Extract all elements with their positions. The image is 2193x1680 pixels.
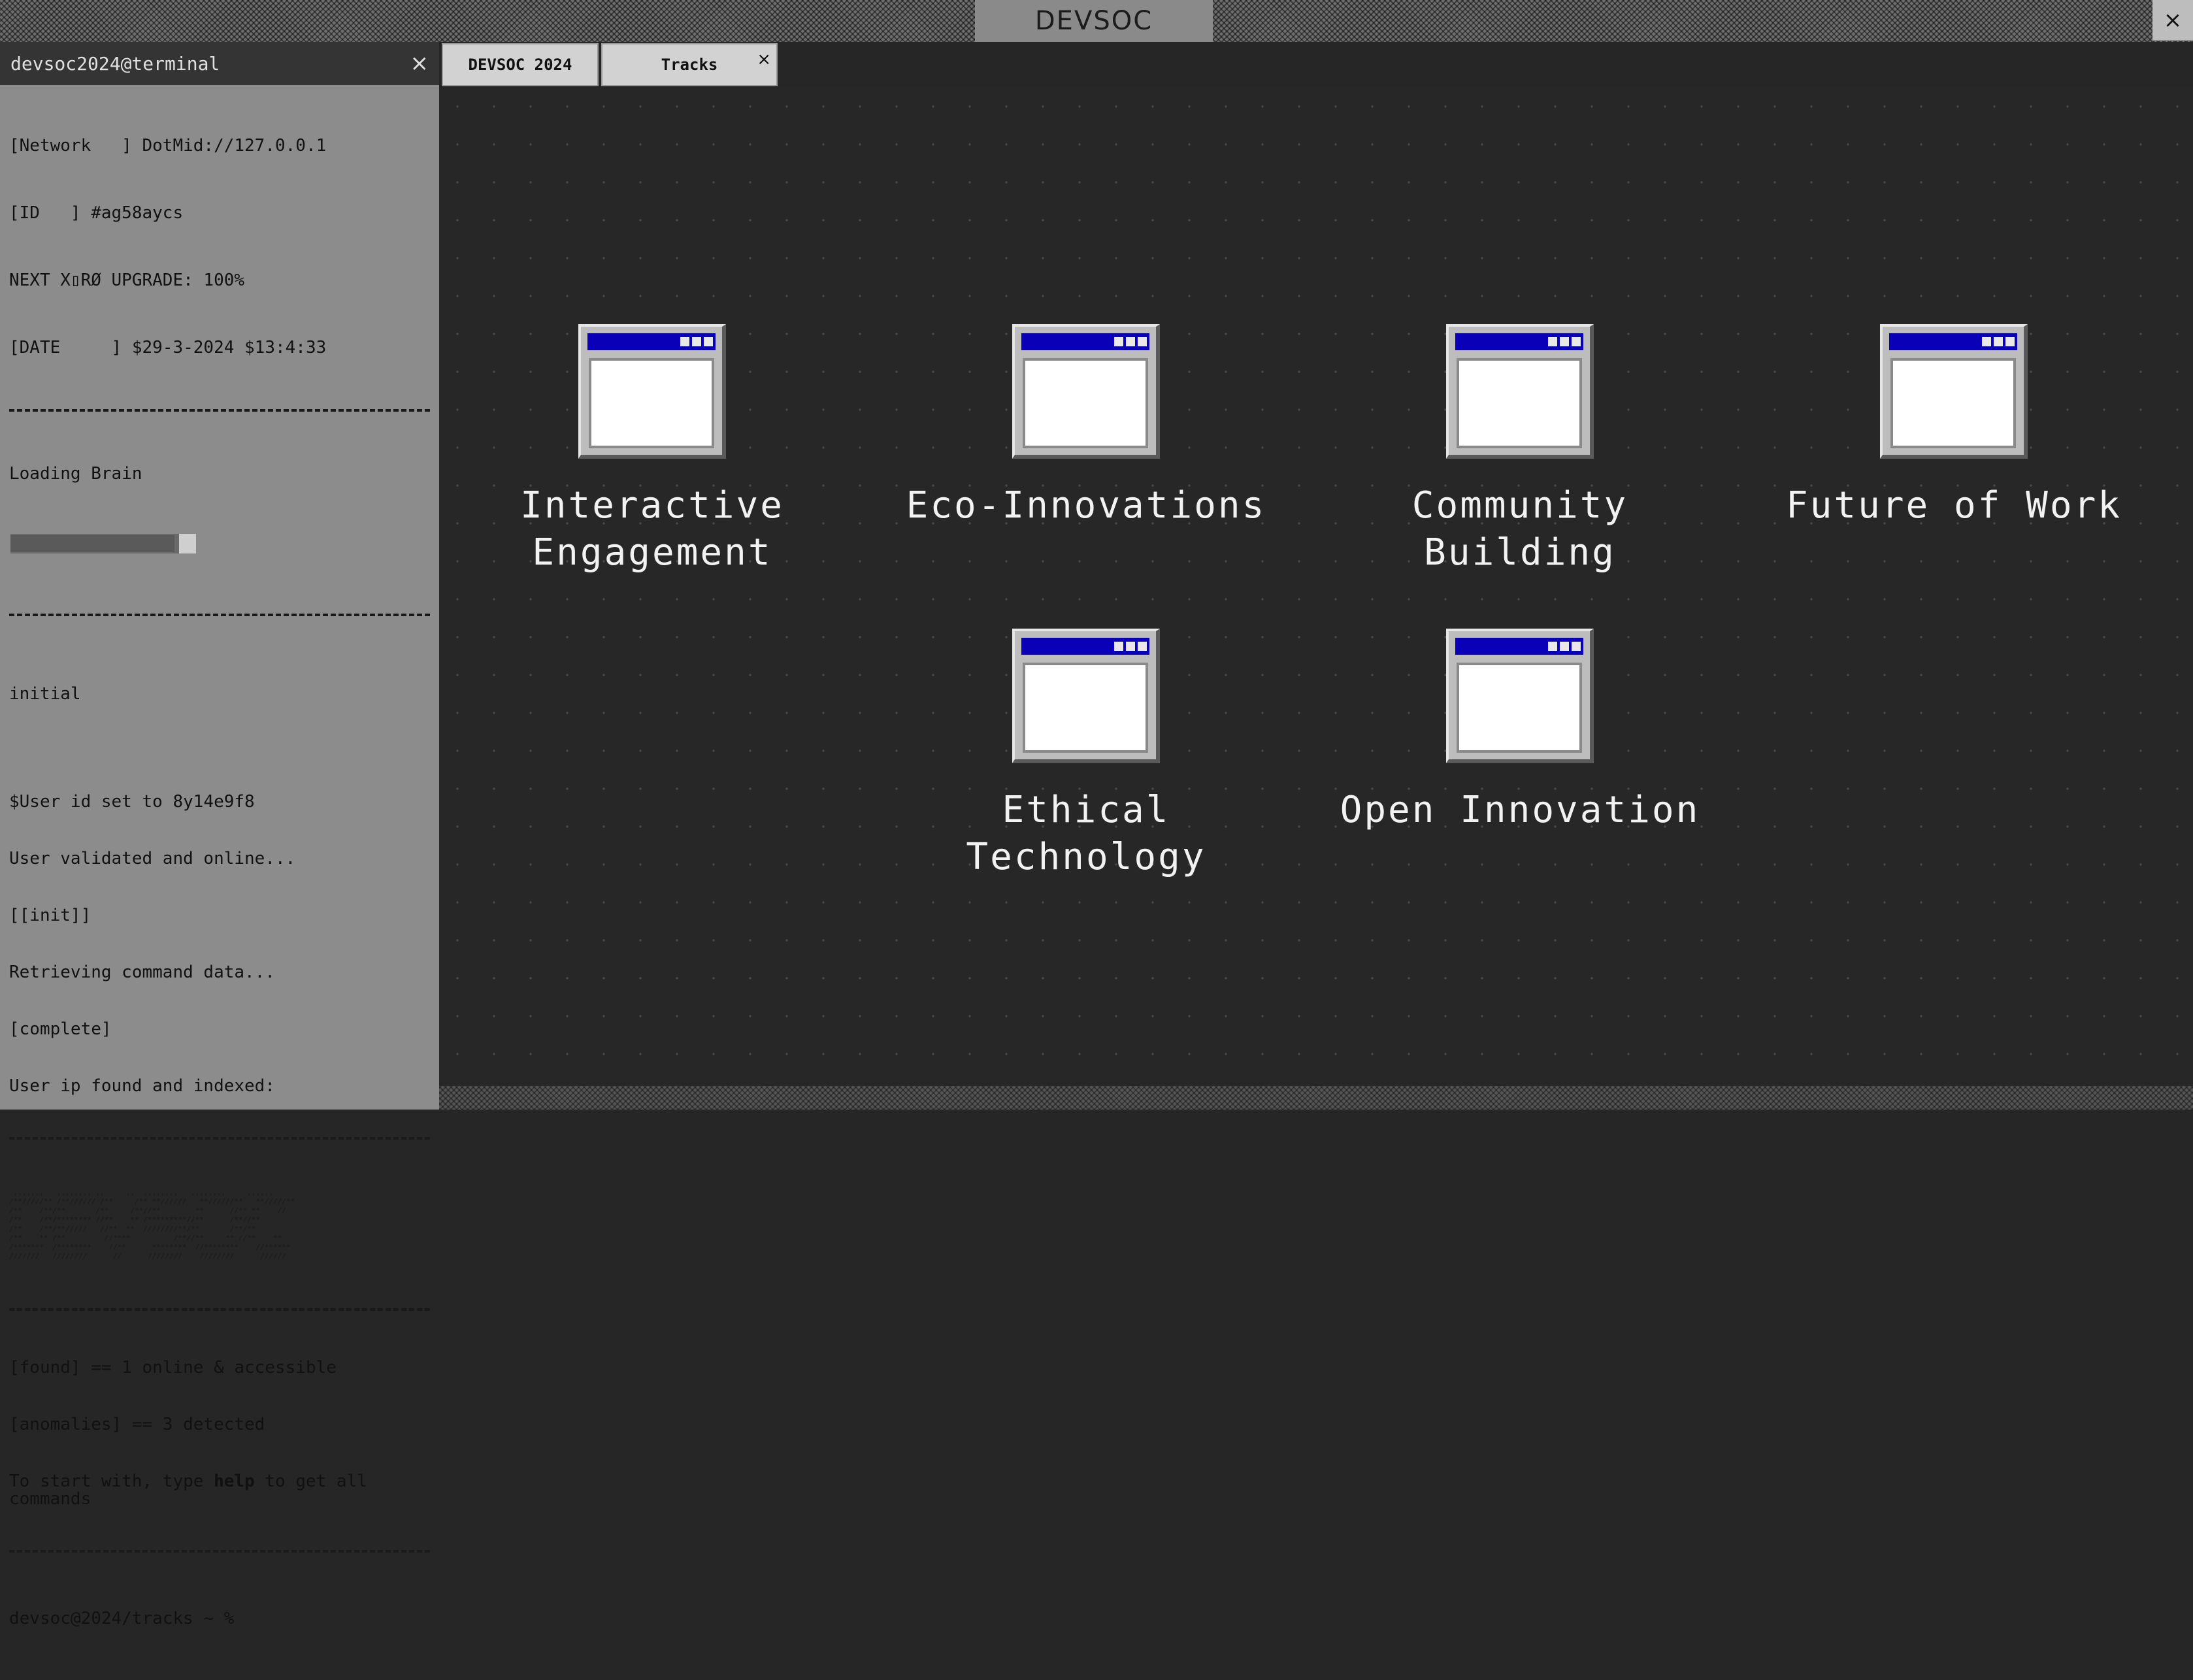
window-icon bbox=[1446, 629, 1594, 763]
bottom-scroll-bar[interactable] bbox=[439, 1086, 2193, 1110]
progress-handle bbox=[179, 534, 196, 553]
track-community-building[interactable]: Community Building bbox=[1337, 324, 1703, 576]
window-icon bbox=[1012, 629, 1160, 763]
window-close-icon[interactable]: × bbox=[2152, 0, 2193, 41]
top-title-bar: DEVSOC × bbox=[0, 0, 2193, 42]
window-icon bbox=[578, 324, 726, 459]
tab-bar: DEVSOC 2024 Tracks × bbox=[439, 42, 2193, 88]
log-line: [complete] bbox=[9, 1019, 112, 1039]
loading-label: Loading Brain bbox=[9, 464, 142, 484]
divider bbox=[9, 409, 430, 412]
terminal-prompt[interactable]: devsoc@2024/tracks ~ % bbox=[9, 1605, 430, 1633]
track-eco-innovations[interactable]: Eco-Innovations bbox=[903, 324, 1269, 529]
track-label: Interactive Engagement bbox=[520, 484, 784, 574]
help-hint: To start with, type help to get all comm… bbox=[9, 1473, 401, 1508]
found-line: [found] == 1 online & accessible bbox=[9, 1358, 337, 1377]
terminal-panel: devsoc2024@terminal × [Network ] DotMid:… bbox=[0, 42, 439, 1628]
divider bbox=[9, 1308, 430, 1311]
track-interactive-engagement[interactable]: Interactive Engagement bbox=[469, 324, 835, 576]
log-line: User ip found and indexed: bbox=[9, 1076, 275, 1096]
terminal-close-icon[interactable]: × bbox=[410, 50, 429, 76]
log-line: $User id set to 8y14e9f8 bbox=[9, 792, 255, 812]
info-line-network: [Network ] DotMid://127.0.0.1 bbox=[9, 136, 327, 156]
tracks-desktop: Interactive Engagement Eco-Innovations Co… bbox=[439, 88, 2193, 1086]
help-prefix: To start with, type bbox=[9, 1472, 214, 1491]
terminal-header: devsoc2024@terminal × bbox=[0, 42, 439, 85]
log-line: [[init]] bbox=[9, 906, 91, 925]
divider bbox=[9, 614, 430, 616]
track-label: Future of Work bbox=[1785, 484, 2122, 527]
info-line-id: [ID ] #ag58aycs bbox=[9, 203, 184, 223]
progress-fill bbox=[10, 535, 174, 552]
log-line: User validated and online... bbox=[9, 849, 296, 868]
tab-devsoc-2024[interactable]: DEVSOC 2024 bbox=[442, 43, 599, 86]
terminal-title: devsoc2024@terminal bbox=[10, 52, 220, 74]
divider bbox=[9, 1137, 430, 1140]
help-keyword: help bbox=[214, 1472, 255, 1491]
track-ethical-technology[interactable]: Ethical Technology bbox=[903, 629, 1269, 881]
track-future-of-work[interactable]: Future of Work bbox=[1771, 324, 2137, 529]
divider bbox=[9, 1550, 430, 1553]
window-icon bbox=[1012, 324, 1160, 459]
track-open-innovation[interactable]: Open Innovation bbox=[1337, 629, 1703, 834]
info-line-date: [DATE ] $29-3-2024 $13:4:33 bbox=[9, 338, 327, 357]
anomalies-line: [anomalies] == 3 detected bbox=[9, 1415, 265, 1434]
track-label: Ethical Technology bbox=[966, 789, 1206, 878]
track-label: Eco-Innovations bbox=[906, 484, 1266, 527]
status-initial: initial bbox=[9, 684, 81, 704]
tab-label: Tracks bbox=[661, 56, 718, 74]
log-line: Retrieving command data... bbox=[9, 963, 275, 982]
tab-tracks[interactable]: Tracks × bbox=[601, 43, 778, 86]
tab-label: DEVSOC 2024 bbox=[468, 56, 572, 74]
info-line-upgrade: NEXT X▯RØ UPGRADE: 100% bbox=[9, 271, 245, 290]
track-label: Open Innovation bbox=[1340, 789, 1700, 831]
loading-progress-bar bbox=[10, 534, 196, 553]
window-icon bbox=[1880, 324, 2028, 459]
app-title: DEVSOC bbox=[975, 0, 1213, 42]
tab-close-icon[interactable]: × bbox=[757, 50, 771, 69]
track-label: Community Building bbox=[1411, 484, 1628, 574]
window-icon bbox=[1446, 324, 1594, 459]
ascii-art-logo: ,,,,,,, ,,,,,,,, ,, ,, ,,,,,,,, ,,,,,,,,… bbox=[9, 1188, 295, 1260]
terminal-output: [Network ] DotMid://127.0.0.1 [ID ] #ag5… bbox=[0, 85, 439, 1680]
